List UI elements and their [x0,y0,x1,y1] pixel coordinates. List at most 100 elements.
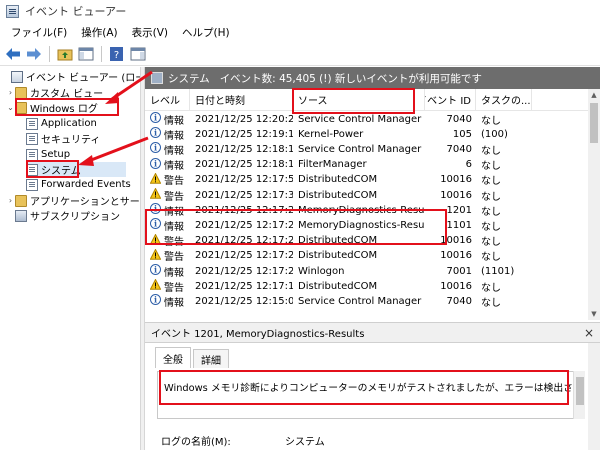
event-row[interactable]: i 情報 2021/12/25 12:17:27 Winlogon 7001 (1101) [145,263,588,279]
menu-file[interactable]: ファイル(F) [4,25,74,40]
event-row[interactable]: 警告 2021/12/25 12:17:28 DistributedCOM 10016… [145,233,588,249]
event-date: 2021/12/25 12:17:27 [195,265,293,277]
tree-node-setup[interactable]: Setup [26,147,70,162]
event-row[interactable]: i 情報 2021/12/25 12:18:16 Service Control Ma… [145,141,588,157]
help-icon[interactable]: ? [108,45,126,63]
event-task: なし [481,145,501,157]
event-level: i 情報 [145,264,190,279]
scrollbar-thumb[interactable] [590,103,598,143]
tab-general[interactable]: 全般 [155,347,191,368]
scrollbar-thumb[interactable] [576,377,584,405]
chevron-down-icon[interactable]: ⌄ [6,103,15,112]
event-source: MemoryDiagnostics-Results [298,219,425,231]
event-date: 2021/12/25 12:17:11 [195,280,293,292]
event-row[interactable]: i 情報 2021/12/25 12:17:29 MemoryDiagnostics-… [145,217,588,233]
column-level[interactable]: レベル [145,88,190,111]
chevron-right-icon[interactable]: › [6,88,15,97]
column-source[interactable]: ソース [293,88,425,111]
event-task: (1101) [481,265,515,277]
event-level: 警告 [145,187,190,203]
event-date: 2021/12/25 12:19:12 [195,128,293,140]
info-icon: i [150,294,164,308]
folder-icon [15,101,27,114]
forward-arrow-icon[interactable] [25,45,43,63]
event-task: なし [481,221,501,233]
warning-icon [149,278,164,293]
event-id: 1201 [446,204,472,216]
svg-text:?: ? [114,50,119,61]
event-id: 6 [465,159,472,171]
event-row[interactable]: 警告 2021/12/25 12:17:50 DistributedCOM 10016… [145,172,588,188]
menu-action[interactable]: 操作(A) [74,25,124,40]
event-source: DistributedCOM [298,235,378,247]
tree-node-application[interactable]: Application [26,116,97,131]
event-id: 7001 [446,265,472,277]
tree-node-label: Setup [41,149,71,160]
column-event-id[interactable]: イベント ID [425,88,476,111]
chevron-right-icon[interactable]: › [6,196,15,205]
menu-bar: ファイル(F) 操作(A) 表示(V) ヘルプ(H) [0,22,600,42]
info-icon: i [150,218,164,232]
info-icon: i [150,112,164,126]
svg-text:i: i [154,265,157,275]
detail-tabs: 全般 詳細 [155,347,231,368]
tree-node-app-services[interactable]: › アプリケーションとサービス ロ [6,193,140,208]
event-row[interactable]: i 情報 2021/12/25 12:20:21 Service Control Ma… [145,111,588,127]
warning-icon [149,233,164,248]
event-level: i 情報 [145,142,190,157]
toolbar-separator [49,45,50,62]
back-arrow-icon[interactable] [4,45,22,63]
event-level-label: 情報 [164,297,184,309]
close-icon[interactable]: × [584,326,594,340]
event-row[interactable]: i 情報 2021/12/25 12:17:29 MemoryDiagnostics-… [145,202,588,218]
column-date[interactable]: 日付と時刻 [190,88,293,111]
show-hide-console-tree-icon[interactable] [77,45,95,63]
tree-node-subscriptions[interactable]: サブスクリプション [15,208,120,223]
tree-node-label: セキュリティ [41,135,101,146]
event-id: 10016 [440,174,472,186]
event-row[interactable]: 警告 2021/12/25 12:17:28 DistributedCOM 10016… [145,248,588,264]
event-id: 10016 [440,189,472,201]
event-list-columns: レベル 日付と時刻 ソース イベント ID タスクの... [145,88,588,111]
warning-icon [149,187,164,202]
tree-node-security[interactable]: セキュリティ [26,131,100,146]
event-task: なし [481,206,501,218]
event-source: DistributedCOM [298,250,378,262]
event-list-scrollbar[interactable]: ▲ ▼ [588,89,600,320]
scroll-up-icon[interactable]: ▲ [588,89,600,101]
detail-scrollbar[interactable] [588,343,600,450]
event-row[interactable]: i 情報 2021/12/25 12:19:12 Kernel-Power 105 (10… [145,126,588,142]
tree-node-windows-logs[interactable]: ⌄ Windows ログ [6,100,98,115]
event-id: 7040 [446,143,472,155]
event-source: FilterManager [298,159,367,171]
scroll-down-icon[interactable]: ▼ [588,308,600,320]
tree-node-system[interactable]: システム [26,162,126,177]
menu-view[interactable]: 表示(V) [125,25,175,40]
event-row[interactable]: i 情報 2021/12/25 12:15:05 Service Control Ma… [145,293,588,309]
show-hide-action-pane-icon[interactable] [129,45,147,63]
event-date: 2021/12/25 12:17:50 [195,174,293,186]
event-count-info: イベント数: 45,405 (!) 新しいイベントが利用可能です [219,72,482,85]
tree-node-forwarded-events[interactable]: Forwarded Events [26,177,131,192]
event-row[interactable]: 警告 2021/12/25 12:17:38 DistributedCOM 10016… [145,187,588,203]
column-task[interactable]: タスクの... [476,88,532,111]
event-row[interactable]: i 情報 2021/12/25 12:18:15 FilterManager 6 なし [145,157,588,173]
event-date: 2021/12/25 12:18:15 [195,159,293,171]
tree-node-root[interactable]: イベント ビューアー (ローカル) [2,69,140,84]
event-source: DistributedCOM [298,189,378,201]
event-id: 10016 [440,235,472,247]
log-name-value: システム [285,437,325,448]
message-scrollbar[interactable] [573,371,585,419]
event-level-label: 情報 [164,161,184,173]
event-row[interactable]: 警告 2021/12/25 12:17:11 DistributedCOM 10016… [145,278,588,294]
event-message: Windows メモリ診断によりコンピューターのメモリがテストされましたが、エラ… [157,371,585,419]
tab-details[interactable]: 詳細 [193,349,229,368]
folder-up-icon[interactable] [56,45,74,63]
tree-node-custom-views[interactable]: › カスタム ビュー [6,85,103,100]
event-task: なし [481,176,501,188]
info-icon: i [150,157,164,172]
menu-help[interactable]: ヘルプ(H) [175,25,237,40]
event-id: 7040 [446,113,472,125]
event-date: 2021/12/25 12:20:21 [195,113,293,125]
info-icon: i [150,203,164,217]
